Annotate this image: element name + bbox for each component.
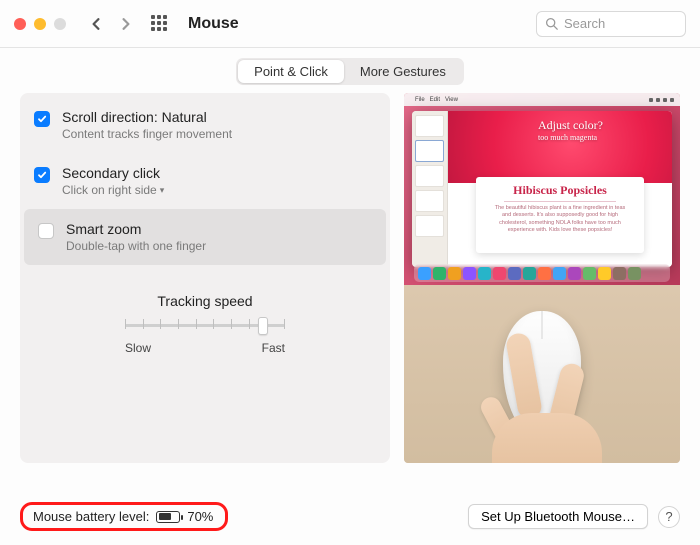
tracking-speed-group: Tracking speed Slow Fast <box>20 293 390 355</box>
nav-buttons <box>84 12 138 36</box>
preview-column: FileEditView Adjust color? <box>404 93 680 463</box>
forward-button <box>114 12 138 36</box>
chevron-down-icon: ▾ <box>160 185 165 196</box>
grid-icon <box>151 15 169 33</box>
tab-point-and-click[interactable]: Point & Click <box>238 60 344 83</box>
checkbox-smart-zoom[interactable] <box>38 223 54 239</box>
preview-app-window: Adjust color? too much magenta Hibiscus … <box>412 111 672 267</box>
checkbox-secondary-click[interactable] <box>34 167 50 183</box>
content-area: Scroll direction: Natural Content tracks… <box>0 93 700 492</box>
show-all-button[interactable] <box>148 12 172 36</box>
option-scroll-direction[interactable]: Scroll direction: Natural Content tracks… <box>20 97 390 153</box>
preview-dock <box>414 264 670 282</box>
option-subtitle: Double-tap with one finger <box>66 239 206 253</box>
preview-menubar: FileEditView <box>404 93 680 106</box>
option-title: Smart zoom <box>66 221 206 237</box>
slider-knob[interactable] <box>258 317 268 335</box>
tab-segmented-control: Point & Click More Gestures <box>236 58 464 85</box>
option-title: Scroll direction: Natural <box>62 109 232 125</box>
preview-card-body: The beautiful hibiscus plant is a fine i… <box>486 205 634 235</box>
option-smart-zoom[interactable]: Smart zoom Double-tap with one finger <box>24 209 386 265</box>
tabs-row: Point & Click More Gestures <box>0 48 700 93</box>
pane-title: Mouse <box>188 15 239 33</box>
gesture-preview: FileEditView Adjust color? <box>404 93 680 463</box>
option-subtitle-dropdown[interactable]: Click on right side ▾ <box>62 183 164 197</box>
search-icon <box>545 17 558 30</box>
battery-status-highlight: Mouse battery level: 70% <box>20 502 228 531</box>
setup-bluetooth-mouse-button[interactable]: Set Up Bluetooth Mouse… <box>468 504 648 529</box>
slider-max-label: Fast <box>262 341 285 355</box>
back-button[interactable] <box>84 12 108 36</box>
option-secondary-click[interactable]: Secondary click Click on right side ▾ <box>20 153 390 209</box>
preferences-window: Mouse Search Point & Click More Gestures… <box>0 0 700 545</box>
option-subtitle: Content tracks finger movement <box>62 127 232 141</box>
battery-icon <box>156 511 180 523</box>
zoom-window-button <box>54 18 66 30</box>
tab-more-gestures[interactable]: More Gestures <box>344 60 462 83</box>
tracking-speed-slider[interactable] <box>125 315 285 335</box>
preview-hero-text: Adjust color? too much magenta <box>538 119 603 143</box>
checkbox-scroll-direction[interactable] <box>34 111 50 127</box>
slider-min-label: Slow <box>125 341 151 355</box>
option-title: Secondary click <box>62 165 164 181</box>
preview-hand-area <box>404 285 680 463</box>
options-panel: Scroll direction: Natural Content tracks… <box>20 93 390 463</box>
minimize-window-button[interactable] <box>34 18 46 30</box>
preview-card-title: Hibiscus Popsicles <box>486 183 634 198</box>
help-button[interactable]: ? <box>658 506 680 528</box>
tracking-speed-label: Tracking speed <box>20 293 390 309</box>
battery-label: Mouse battery level: <box>33 509 149 524</box>
toolbar: Mouse Search <box>0 0 700 48</box>
search-field[interactable]: Search <box>536 11 686 37</box>
window-controls <box>14 18 66 30</box>
battery-percent: 70% <box>187 509 213 524</box>
search-placeholder: Search <box>564 16 605 31</box>
close-window-button[interactable] <box>14 18 26 30</box>
footer: Mouse battery level: 70% Set Up Bluetoot… <box>0 492 700 545</box>
